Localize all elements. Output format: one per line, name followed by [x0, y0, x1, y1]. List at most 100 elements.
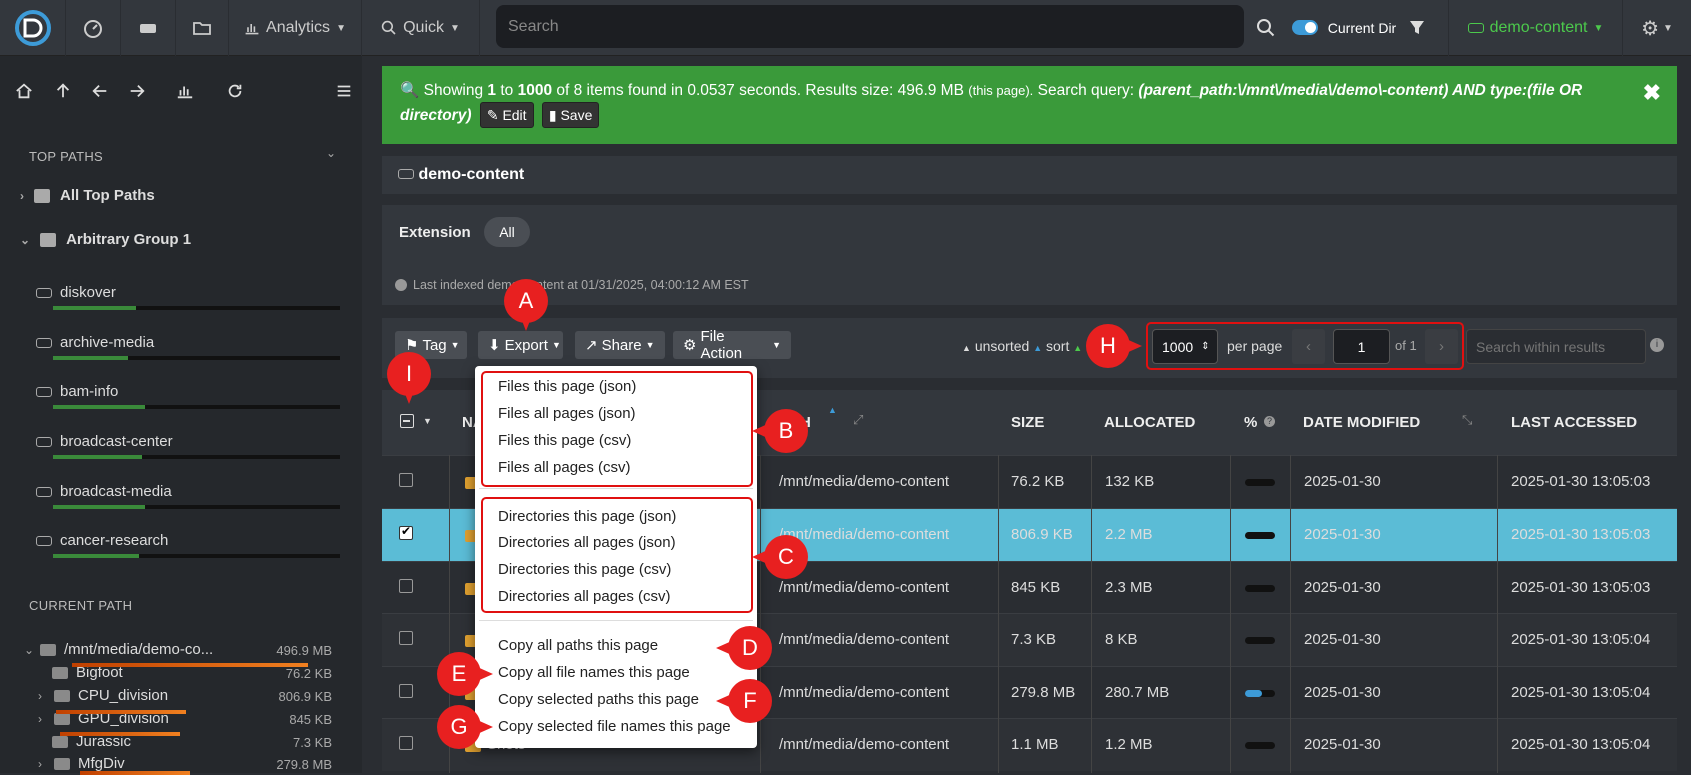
banner-showing: Showing — [423, 82, 484, 99]
banner-to: 1000 — [517, 82, 553, 99]
export-menu-item-copy[interactable]: Copy all paths this page — [498, 637, 658, 654]
expand-icon[interactable]: ⤢ — [853, 412, 863, 428]
banner-to-word: to — [500, 82, 514, 99]
caret-icon: › — [38, 688, 42, 703]
info-icon[interactable]: i — [1650, 338, 1664, 352]
diskover-logo-icon[interactable] — [0, 0, 66, 56]
highlight-box-h — [1146, 322, 1464, 370]
header-percent[interactable]: % — [1244, 414, 1257, 431]
arrow-left-icon[interactable] — [85, 76, 115, 106]
top-path-item[interactable]: diskover — [36, 284, 116, 301]
header-last-accessed[interactable]: LAST ACCESSED — [1511, 414, 1637, 431]
usage-bar — [53, 405, 340, 409]
usage-bar — [53, 306, 340, 310]
share-button[interactable]: ↗ Share ▼ — [575, 331, 665, 359]
current-path-size: 496.9 MB — [276, 643, 332, 658]
cell-path: /mnt/media/demo-content — [779, 473, 950, 490]
export-menu-item-copy[interactable]: Copy all file names this page — [498, 664, 690, 681]
annotation-marker: E — [437, 652, 481, 696]
row-checkbox[interactable] — [399, 684, 413, 698]
index-selector[interactable]: demo-content ▼ — [1448, 0, 1623, 56]
search-button[interactable] — [1250, 0, 1282, 56]
banner-query-label: Search query: — [1037, 82, 1135, 99]
unsorted-sort-control[interactable]: ▲ unsorted ▲ sort ▲ — [962, 338, 1082, 354]
current-dir-toggle[interactable] — [1292, 20, 1318, 35]
row-checkbox[interactable] — [399, 631, 413, 645]
cell-size: 1.1 MB — [1011, 736, 1059, 753]
arrow-up-icon[interactable] — [48, 76, 78, 106]
group-label: All Top Paths — [60, 187, 155, 204]
quick-menu[interactable]: Quick ▼ — [362, 0, 480, 56]
arrow-right-icon[interactable] — [122, 76, 152, 106]
filter-icon[interactable] — [1402, 0, 1432, 56]
hamburger-menu-icon[interactable] — [329, 76, 359, 106]
chevron-down-icon: ▼ — [551, 340, 561, 350]
close-icon[interactable]: ✖ — [1643, 82, 1661, 104]
chevron-down-icon[interactable]: ▼ — [423, 416, 432, 426]
top-path-item[interactable]: broadcast-media — [36, 483, 172, 500]
header-date-modified[interactable]: DATE MODIFIED — [1303, 414, 1420, 431]
row-checkbox[interactable] — [399, 736, 413, 750]
folder-icon — [40, 643, 56, 656]
extension-all-button[interactable]: All — [484, 217, 530, 247]
cell-size: 806.9 KB — [1011, 526, 1073, 543]
top-path-item[interactable]: cancer-research — [36, 532, 168, 549]
top-path-item[interactable]: broadcast-center — [36, 433, 173, 450]
bar-chart-icon[interactable] — [170, 76, 200, 106]
caret-icon: › — [38, 711, 42, 726]
annotation-marker: G — [437, 705, 481, 749]
search-results-banner: 🔍 Showing 1 to 1000 of 8 items found in … — [382, 66, 1677, 144]
dashboard-gauge-icon[interactable] — [66, 0, 121, 56]
cell-alloc: 1.2 MB — [1105, 736, 1153, 753]
folder-icon[interactable] — [176, 0, 229, 56]
home-icon[interactable] — [9, 76, 39, 106]
analytics-menu[interactable]: Analytics ▼ — [229, 0, 362, 56]
current-path-item[interactable]: ⌄ /mnt/media/demo-co... — [24, 641, 213, 658]
percent-bar-fill — [1245, 690, 1262, 697]
edit-query-button[interactable]: ✎ Edit — [479, 102, 534, 128]
current-path-size: 7.3 KB — [292, 735, 332, 750]
top-path-item[interactable]: archive-media — [36, 334, 154, 351]
unsorted-label: unsorted — [974, 338, 1030, 354]
compress-icon[interactable]: ⤡ — [1462, 412, 1472, 428]
highlight-box-c — [481, 497, 753, 613]
group-arbitrary-1[interactable]: ⌄ Arbitrary Group 1 — [20, 231, 191, 248]
usage-bar-fill — [53, 356, 128, 360]
usage-bar-fill — [53, 306, 137, 310]
row-checkbox[interactable] — [399, 579, 413, 593]
save-query-button[interactable]: ▮ Save — [541, 102, 600, 128]
refresh-icon[interactable] — [220, 76, 250, 106]
file-action-button[interactable]: ⚙ File Action ▼ — [673, 328, 791, 362]
menu-divider — [479, 488, 753, 489]
export-menu-item-copy[interactable]: Copy selected paths this page — [498, 691, 699, 708]
row-checkbox[interactable] — [399, 473, 413, 487]
export-button[interactable]: ⬇ Export ▼ — [478, 331, 563, 359]
settings-menu[interactable]: ⚙ ▼ — [1623, 0, 1691, 56]
select-all-checkbox[interactable] — [400, 414, 414, 428]
sort-label: sort — [1046, 338, 1070, 354]
caret-up-icon: ▲ — [1033, 343, 1043, 353]
tag-label: Tag — [422, 336, 447, 354]
storage-drive-icon[interactable] — [121, 0, 176, 56]
collapse-chevron-icon[interactable]: ⌄ — [326, 146, 336, 160]
caret-down-icon: ⌄ — [20, 232, 31, 247]
clock-icon — [395, 279, 407, 291]
search-within-results-input[interactable] — [1466, 329, 1646, 364]
size-bar — [60, 732, 180, 736]
current-path-item[interactable]: › CPU_division — [38, 687, 168, 704]
header-size[interactable]: SIZE — [1011, 414, 1044, 431]
header-allocated[interactable]: ALLOCATED — [1104, 414, 1195, 431]
current-path-name: /mnt/media/demo-co... — [64, 641, 214, 658]
row-checkbox[interactable]: ✔ — [399, 524, 413, 540]
search-input[interactable] — [496, 5, 1244, 48]
cell-date: 2025-01-30 — [1304, 631, 1381, 648]
banner-this-page: (this page). — [968, 83, 1034, 98]
export-menu-item-copy[interactable]: Copy selected file names this page — [498, 718, 731, 735]
group-all-top-paths[interactable]: › All Top Paths — [20, 187, 155, 204]
edit-label: Edit — [502, 107, 527, 123]
group-label: Arbitrary Group 1 — [66, 231, 192, 248]
annotation-marker: F — [728, 679, 772, 723]
current-path-item[interactable]: › MfgDiv — [38, 755, 125, 772]
hard-drive-icon — [36, 436, 52, 447]
top-path-item[interactable]: bam-info — [36, 383, 118, 400]
